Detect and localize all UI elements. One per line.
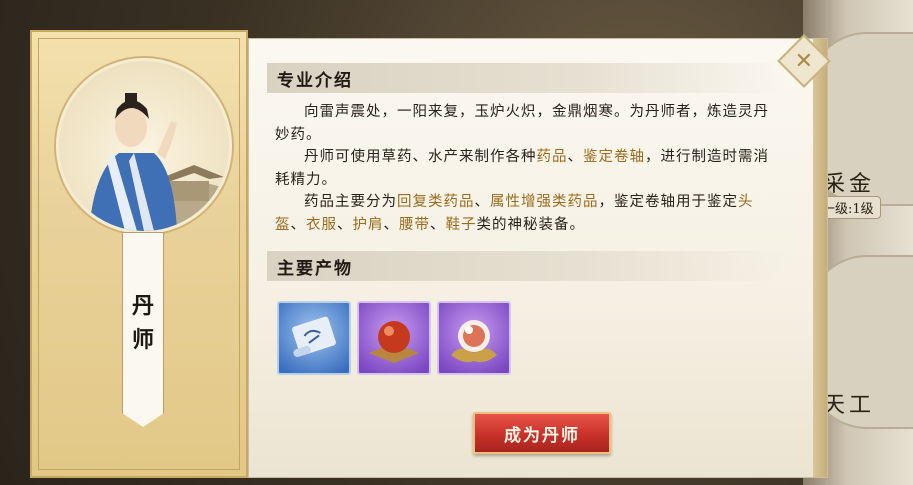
- text-span: 、: [383, 216, 399, 233]
- text-span: 、: [430, 216, 446, 233]
- products-section-header: 主要产物: [267, 251, 787, 281]
- text-span: 、: [337, 216, 353, 233]
- text-span: 、: [290, 216, 306, 233]
- description-paragraph: 药品主要分为回复类药品、属性增强类药品，鉴定卷轴用于鉴定头盔、衣服、护肩、腰带、…: [275, 191, 780, 236]
- text-span: 药品主要分为: [304, 194, 397, 210]
- highlight-term: 衣服: [306, 216, 337, 233]
- highlight-term: 药品: [536, 149, 568, 165]
- become-alchemist-button[interactable]: 成为丹师: [473, 412, 611, 454]
- intro-section-title: 专业介绍: [277, 70, 353, 91]
- intro-section-header: 专业介绍: [267, 63, 787, 93]
- text-span: 丹师可使用草药、水产来制作各种: [304, 149, 537, 165]
- highlight-term: 腰带: [399, 216, 430, 233]
- highlight-term: 鞋子: [445, 216, 477, 233]
- description-paragraph: 向雷声震处，一阳来复，玉炉火炽，金鼎烟寒。为丹师者，炼造灵丹妙药。: [275, 104, 769, 143]
- text-span: 类的神秘装备。: [476, 216, 585, 233]
- close-icon: ✕: [794, 48, 814, 74]
- profession-name-char: 师: [131, 327, 154, 353]
- highlight-term: 回复类药品: [397, 194, 475, 210]
- alchemist-portrait-icon: [56, 58, 232, 234]
- products-section-title: 主要产物: [277, 258, 353, 279]
- product-item-lotus-pearl[interactable]: [437, 301, 511, 375]
- profession-tile-label: 采金: [823, 172, 876, 197]
- highlight-term: 属性增强类药品: [490, 194, 599, 210]
- text-span: ，鉴定卷轴用于鉴定: [598, 194, 738, 210]
- product-item-scroll[interactable]: [277, 301, 351, 375]
- product-list: [277, 301, 511, 375]
- profession-detail-panel: 专业介绍 向雷声震处，一阳来复，玉炉火炽，金鼎烟寒。为丹师者，炼造灵丹妙药。 丹…: [248, 38, 828, 478]
- product-item-red-pill[interactable]: [357, 301, 431, 375]
- profession-name-char: 丹: [131, 293, 154, 319]
- scroll-icon: [292, 316, 336, 357]
- text-span: 、: [474, 194, 490, 210]
- profession-name-tag: 丹 师: [122, 232, 164, 427]
- profession-tile-label: 天工: [823, 393, 876, 418]
- description-paragraph: 丹师可使用草药、水产来制作各种药品、鉴定卷轴，进行制造时需消耗精力。: [275, 146, 780, 191]
- red-pill-icon: [369, 321, 419, 363]
- lotus-pearl-icon: [451, 320, 497, 363]
- highlight-term: 护肩: [352, 216, 384, 233]
- highlight-term: 鉴定卷轴: [583, 149, 645, 165]
- text-span: 、: [567, 149, 583, 165]
- profession-description: 向雷声震处，一阳来复，玉炉火炽，金鼎烟寒。为丹师者，炼造灵丹妙药。 丹师可使用草…: [275, 101, 780, 236]
- profession-portrait-panel: 丹 师: [30, 30, 248, 478]
